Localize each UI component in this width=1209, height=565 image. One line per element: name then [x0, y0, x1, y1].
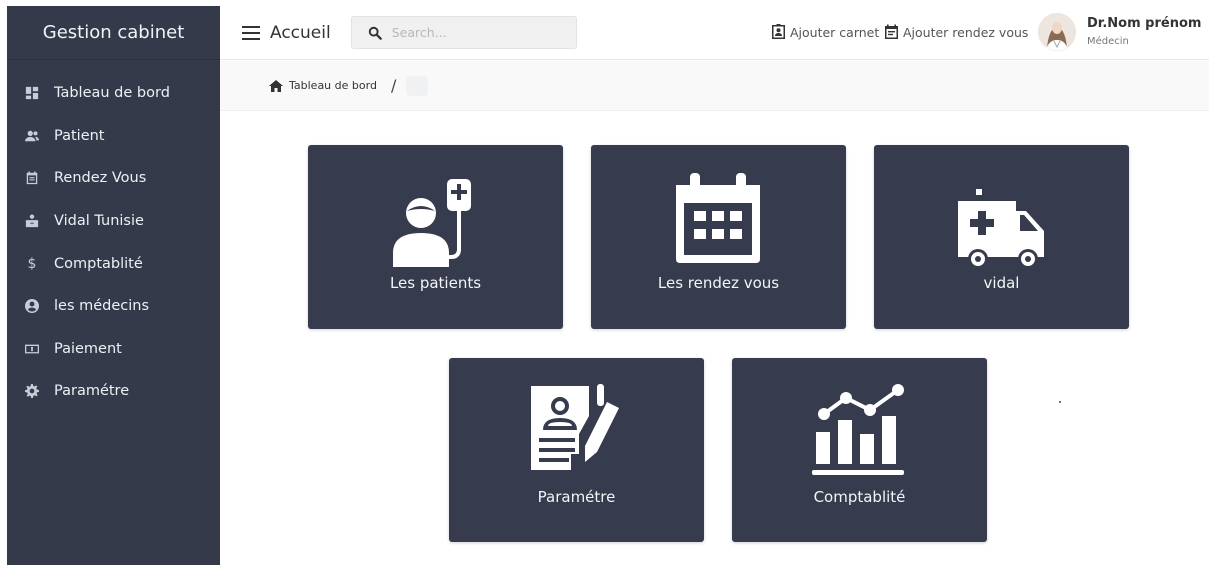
- avatar[interactable]: [1038, 13, 1076, 51]
- brand-title[interactable]: Gestion cabinet: [7, 6, 220, 60]
- patient-iv-icon: [393, 179, 471, 267]
- tile-les-rendez-vous[interactable]: Les rendez vous: [591, 145, 846, 329]
- id-card-icon: [772, 24, 785, 39]
- home-icon: [269, 79, 283, 92]
- banknote-icon: [24, 341, 40, 357]
- sidebar-item-label: Tableau de bord: [54, 85, 170, 102]
- file-signature-icon: [531, 384, 619, 470]
- hamburger-menu-icon[interactable]: [242, 25, 260, 40]
- breadcrumb: Tableau de bord /: [220, 61, 1209, 111]
- sidebar-item-label: les médecins: [54, 298, 150, 315]
- tile-label: Les patients: [389, 274, 482, 292]
- search-box: [350, 16, 577, 49]
- tile-label: Les rendez vous: [657, 274, 780, 292]
- breadcrumb-home-label: Tableau de bord: [289, 79, 377, 92]
- breadcrumb-current: [406, 75, 429, 96]
- breadcrumb-separator: /: [390, 76, 397, 95]
- chart-icon: [812, 384, 904, 475]
- doctor-avatar-icon: [1038, 13, 1076, 51]
- dollar-icon: $: [27, 255, 37, 272]
- sidebar-item-comptablite[interactable]: $ Comptablité: [7, 242, 220, 285]
- add-appointment-label: Ajouter rendez vous: [903, 24, 1029, 40]
- sidebar-item-label: Paramétre: [54, 383, 130, 400]
- sidebar-item-label: Rendez Vous: [54, 170, 147, 187]
- page-title: Accueil: [270, 22, 331, 43]
- sidebar-item-label: Vidal Tunisie: [54, 213, 144, 230]
- sidebar-item-label: Comptablité: [54, 255, 143, 272]
- user-circle-icon: [24, 298, 40, 314]
- add-carnet-button[interactable]: Ajouter carnet: [771, 24, 879, 40]
- search-icon: [368, 26, 382, 40]
- tile-vidal[interactable]: vidal: [874, 145, 1129, 329]
- search-input[interactable]: [391, 25, 562, 40]
- user-role: Médecin: [1087, 36, 1129, 47]
- sidebar: Gestion cabinet Tableau de bord Patient …: [7, 6, 220, 565]
- add-carnet-label: Ajouter carnet: [790, 24, 880, 40]
- users-icon: [24, 128, 40, 144]
- dashboard-icon: [24, 85, 40, 101]
- gear-icon: [24, 383, 40, 399]
- sidebar-item-rendez-vous[interactable]: Rendez Vous: [7, 157, 220, 200]
- sidebar-item-parametre[interactable]: Paramétre: [7, 370, 220, 413]
- sidebar-item-label: Patient: [54, 127, 105, 144]
- app-frame: Gestion cabinet Tableau de bord Patient …: [7, 6, 1209, 565]
- sidebar-nav: Tableau de bord Patient Rendez Vous Vida…: [7, 72, 220, 413]
- top-bar: Accueil Ajouter carnet Ajouter rendez vo…: [220, 6, 1209, 60]
- user-name[interactable]: Dr.Nom prénom: [1087, 16, 1201, 31]
- calendar-icon: [885, 24, 898, 39]
- tile-label: vidal: [983, 274, 1020, 292]
- tile-label: Paramétre: [537, 488, 616, 506]
- medicine-icon: [24, 213, 40, 229]
- calendar-icon: [24, 170, 40, 186]
- tile-label: Comptablité: [813, 488, 906, 506]
- sidebar-item-paiement[interactable]: Paiement: [7, 328, 220, 371]
- sidebar-item-les-medecins[interactable]: les médecins: [7, 285, 220, 328]
- breadcrumb-home-link[interactable]: Tableau de bord: [269, 79, 377, 92]
- sidebar-item-tableau-de-bord[interactable]: Tableau de bord: [7, 72, 220, 115]
- ambulance-icon: [958, 189, 1044, 267]
- sidebar-item-vidal-tunisie[interactable]: Vidal Tunisie: [7, 200, 220, 243]
- sidebar-item-label: Paiement: [54, 340, 122, 357]
- tile-comptablite[interactable]: Comptablité: [732, 358, 987, 542]
- tile-parametre[interactable]: Paramétre: [449, 358, 704, 542]
- add-appointment-button[interactable]: Ajouter rendez vous: [884, 24, 1028, 40]
- sidebar-item-patient[interactable]: Patient: [7, 115, 220, 158]
- stray-dot: [1059, 401, 1061, 403]
- tile-les-patients[interactable]: Les patients: [308, 145, 563, 329]
- calendar-icon: [676, 173, 760, 263]
